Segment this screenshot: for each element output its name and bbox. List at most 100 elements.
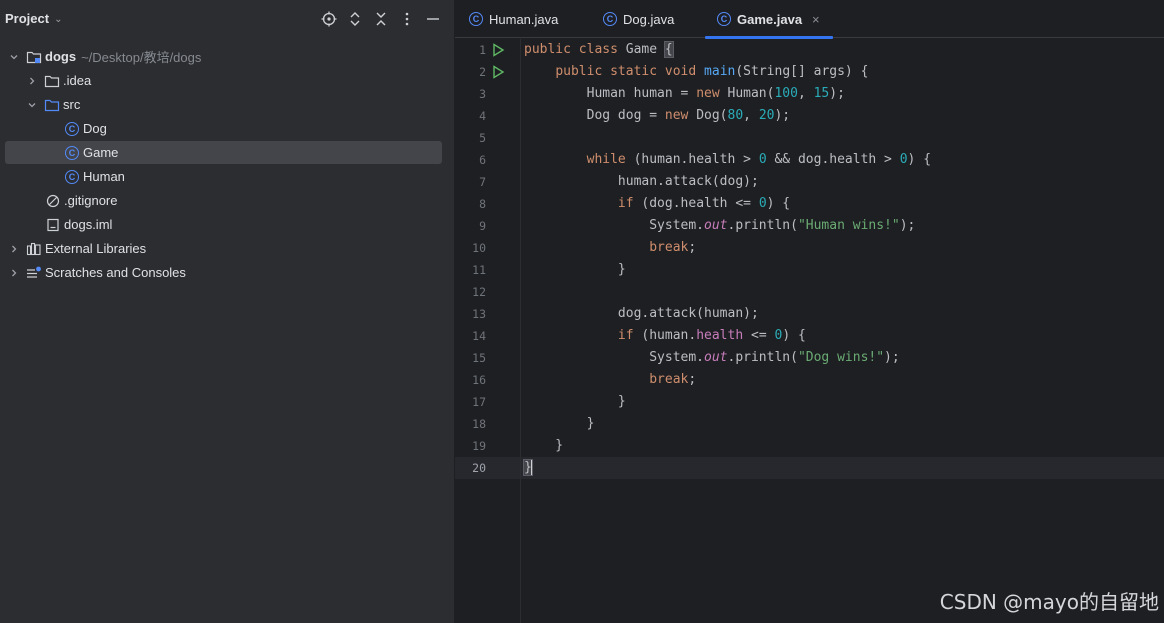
line-number: 19 bbox=[472, 439, 486, 453]
code-line[interactable]: while (human.health > 0 && dog.health > … bbox=[524, 149, 931, 171]
code-line[interactable]: break; bbox=[524, 237, 696, 259]
module-folder-icon bbox=[26, 49, 42, 65]
chevron-down-icon: ⌄ bbox=[54, 14, 63, 25]
project-panel: Project ⌄ dogs ~/Desktop/教培/dogs .idea sr bbox=[0, 0, 454, 623]
line-number: 17 bbox=[472, 395, 486, 409]
text-cursor bbox=[530, 459, 533, 476]
code-line[interactable]: Dog dog = new Dog(80, 20); bbox=[524, 105, 791, 127]
editor-tab-bar: C Human.java C Dog.java C Game.java × bbox=[455, 0, 1164, 39]
line-number: 3 bbox=[479, 87, 486, 101]
tree-item-label: External Libraries bbox=[45, 241, 147, 256]
tree-item-game-class[interactable]: C Game bbox=[5, 141, 442, 164]
run-icon[interactable] bbox=[491, 43, 505, 57]
folder-icon bbox=[44, 73, 60, 89]
line-number: 6 bbox=[479, 153, 486, 167]
chevron-down-icon[interactable] bbox=[8, 51, 20, 63]
line-number: 13 bbox=[472, 307, 486, 321]
class-icon: C bbox=[469, 12, 483, 26]
tree-item-dogs-iml[interactable]: dogs.iml bbox=[5, 213, 442, 236]
tree-item-label: dogs bbox=[45, 49, 77, 64]
project-view-selector[interactable]: Project ⌄ bbox=[5, 11, 62, 26]
class-icon: C bbox=[717, 12, 731, 26]
tree-item-scratches[interactable]: Scratches and Consoles bbox=[5, 261, 442, 284]
line-number: 9 bbox=[479, 219, 486, 233]
class-icon: C bbox=[64, 169, 80, 185]
code-line[interactable]: System.out.println("Dog wins!"); bbox=[524, 347, 899, 369]
code-line[interactable]: } bbox=[524, 391, 626, 413]
class-icon: C bbox=[64, 145, 80, 161]
minimize-icon[interactable] bbox=[424, 10, 442, 28]
tree-item-label: dogs.iml bbox=[64, 217, 113, 232]
line-number: 10 bbox=[472, 241, 486, 255]
tree-item-label: .gitignore bbox=[64, 193, 118, 208]
ignore-file-icon bbox=[45, 193, 61, 209]
code-line[interactable]: Human human = new Human(100, 15); bbox=[524, 83, 845, 105]
code-line[interactable]: if (human.health <= 0) { bbox=[524, 325, 806, 347]
tree-item-dogs[interactable]: dogs ~/Desktop/教培/dogs bbox=[5, 45, 442, 68]
tab-game-java[interactable]: C Game.java × bbox=[705, 0, 833, 39]
run-icon[interactable] bbox=[491, 65, 505, 79]
line-number: 14 bbox=[472, 329, 486, 343]
class-icon: C bbox=[64, 121, 80, 137]
tab-label: Dog.java bbox=[623, 11, 675, 27]
code-line[interactable]: break; bbox=[524, 369, 696, 391]
code-line[interactable]: public class Game { bbox=[524, 39, 674, 61]
chevron-down-icon[interactable] bbox=[26, 99, 38, 111]
code-line[interactable]: System.out.println("Human wins!"); bbox=[524, 215, 915, 237]
project-panel-header: Project ⌄ bbox=[0, 0, 454, 38]
line-number: 15 bbox=[472, 351, 486, 365]
line-number: 12 bbox=[472, 285, 486, 299]
libraries-icon bbox=[26, 241, 42, 257]
tab-label: Game.java bbox=[737, 11, 803, 27]
code-line[interactable]: public static void main(String[] args) { bbox=[524, 61, 868, 83]
expand-all-icon[interactable] bbox=[346, 10, 364, 28]
tree-item-label: Scratches and Consoles bbox=[45, 265, 186, 280]
collapse-all-icon[interactable] bbox=[372, 10, 390, 28]
tree-item-external-libraries[interactable]: External Libraries bbox=[5, 237, 442, 260]
project-path: ~/Desktop/教培/dogs bbox=[81, 50, 202, 65]
line-number: 16 bbox=[472, 373, 486, 387]
line-number: 20 bbox=[472, 461, 486, 475]
tree-item-label: src bbox=[63, 97, 81, 112]
code-line[interactable]: if (dog.health <= 0) { bbox=[524, 193, 790, 215]
tab-human-java[interactable]: C Human.java bbox=[457, 0, 570, 38]
code-line[interactable]: } bbox=[524, 259, 626, 281]
code-area[interactable]: public class Game { public static void m… bbox=[523, 39, 1164, 623]
line-number: 1 bbox=[479, 43, 486, 57]
tree-item-idea[interactable]: .idea bbox=[5, 69, 442, 92]
line-number: 8 bbox=[479, 197, 486, 211]
watermark: CSDN @mayo的自留地 bbox=[939, 590, 1159, 614]
close-icon[interactable]: × bbox=[812, 12, 820, 27]
source-folder-icon bbox=[44, 97, 60, 113]
locate-icon[interactable] bbox=[320, 10, 338, 28]
tab-label: Human.java bbox=[489, 11, 559, 27]
line-number-gutter[interactable]: 1 2 3 4 5 6 7 8 9 10 11 12 13 14 15 16 17 18 19 20 bbox=[455, 39, 521, 623]
tree-item-label: .idea bbox=[63, 73, 92, 88]
code-line[interactable]: dog.attack(human); bbox=[524, 303, 759, 325]
line-number: 2 bbox=[479, 65, 486, 79]
chevron-right-icon[interactable] bbox=[26, 75, 38, 87]
tree-item-human-class[interactable]: C Human bbox=[5, 165, 442, 188]
iml-file-icon bbox=[45, 217, 61, 233]
tree-item-label: Human bbox=[83, 169, 125, 184]
project-panel-title: Project bbox=[5, 11, 50, 26]
more-options-icon[interactable] bbox=[398, 10, 416, 28]
tree-item-dog-class[interactable]: C Dog bbox=[5, 117, 442, 140]
line-number: 7 bbox=[479, 175, 486, 189]
line-number: 4 bbox=[479, 109, 486, 123]
line-number: 5 bbox=[479, 131, 486, 145]
tab-dog-java[interactable]: C Dog.java bbox=[591, 0, 686, 38]
code-line[interactable]: } bbox=[524, 413, 595, 435]
tree-item-gitignore[interactable]: .gitignore bbox=[5, 189, 442, 212]
chevron-right-icon[interactable] bbox=[8, 243, 20, 255]
code-line[interactable]: } bbox=[524, 435, 563, 457]
chevron-right-icon[interactable] bbox=[8, 267, 20, 279]
tree-item-src[interactable]: src bbox=[5, 93, 442, 116]
code-editor: C Human.java C Dog.java C Game.java × 12… bbox=[455, 0, 1164, 623]
scratches-icon bbox=[26, 265, 42, 281]
class-icon: C bbox=[603, 12, 617, 26]
code-line[interactable]: human.attack(dog); bbox=[524, 171, 759, 193]
tree-item-label: Game bbox=[83, 145, 119, 160]
code-line[interactable]: } bbox=[523, 457, 533, 479]
tree-item-label: Dog bbox=[83, 121, 107, 136]
